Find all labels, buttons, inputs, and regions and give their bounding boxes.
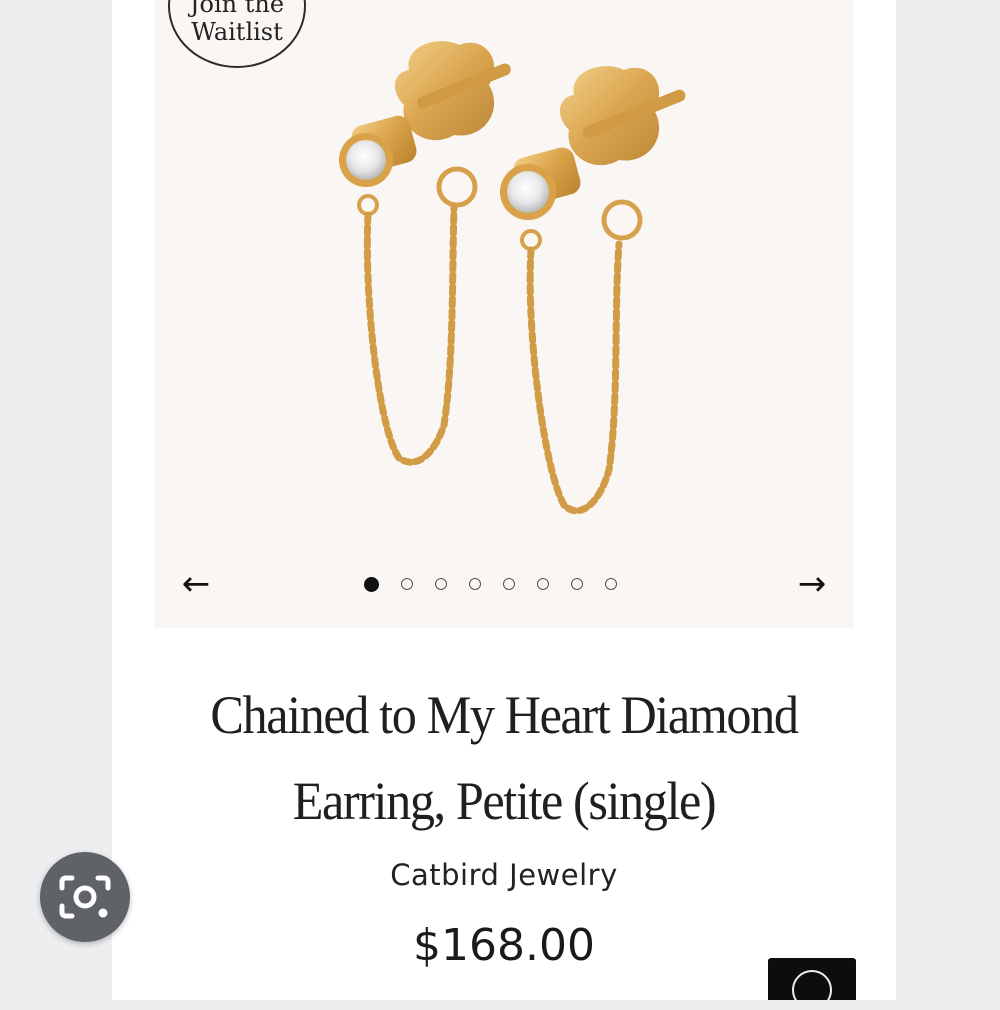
next-image-button[interactable]: → — [788, 566, 836, 602]
arrow-left-icon: ← — [181, 564, 211, 604]
previous-image-button[interactable]: ← — [172, 566, 220, 602]
product-title: Chained to My Heart Diamond Earring, Pet… — [139, 672, 868, 844]
carousel-dot-1[interactable] — [364, 576, 379, 592]
google-lens-icon — [59, 875, 111, 919]
product-title-line-1: Chained to My Heart Diamond — [210, 685, 799, 745]
product-page: Join the Waitlist ← → Chained to My Hear… — [112, 0, 896, 1000]
carousel-dot-5[interactable] — [503, 578, 515, 590]
left-earring — [339, 41, 511, 466]
chat-button[interactable] — [768, 958, 856, 1010]
carousel-dot-6[interactable] — [537, 578, 549, 590]
carousel-dot-8[interactable] — [605, 578, 617, 590]
product-title-line-2: Earring, Petite (single) — [292, 771, 717, 831]
carousel-pagination — [364, 575, 617, 593]
carousel-dot-3[interactable] — [435, 578, 447, 590]
earrings-product-image — [339, 41, 686, 515]
carousel-dot-7[interactable] — [571, 578, 583, 590]
arrow-right-icon: → — [797, 564, 827, 604]
google-lens-button[interactable] — [40, 852, 130, 942]
product-image-carousel[interactable]: Join the Waitlist ← → — [154, 0, 854, 628]
brand-name[interactable]: Catbird Jewelry — [112, 858, 896, 892]
carousel-dot-4[interactable] — [469, 578, 481, 590]
right-earring — [500, 66, 686, 515]
chat-icon — [792, 970, 832, 1010]
carousel-dot-2[interactable] — [401, 578, 413, 590]
